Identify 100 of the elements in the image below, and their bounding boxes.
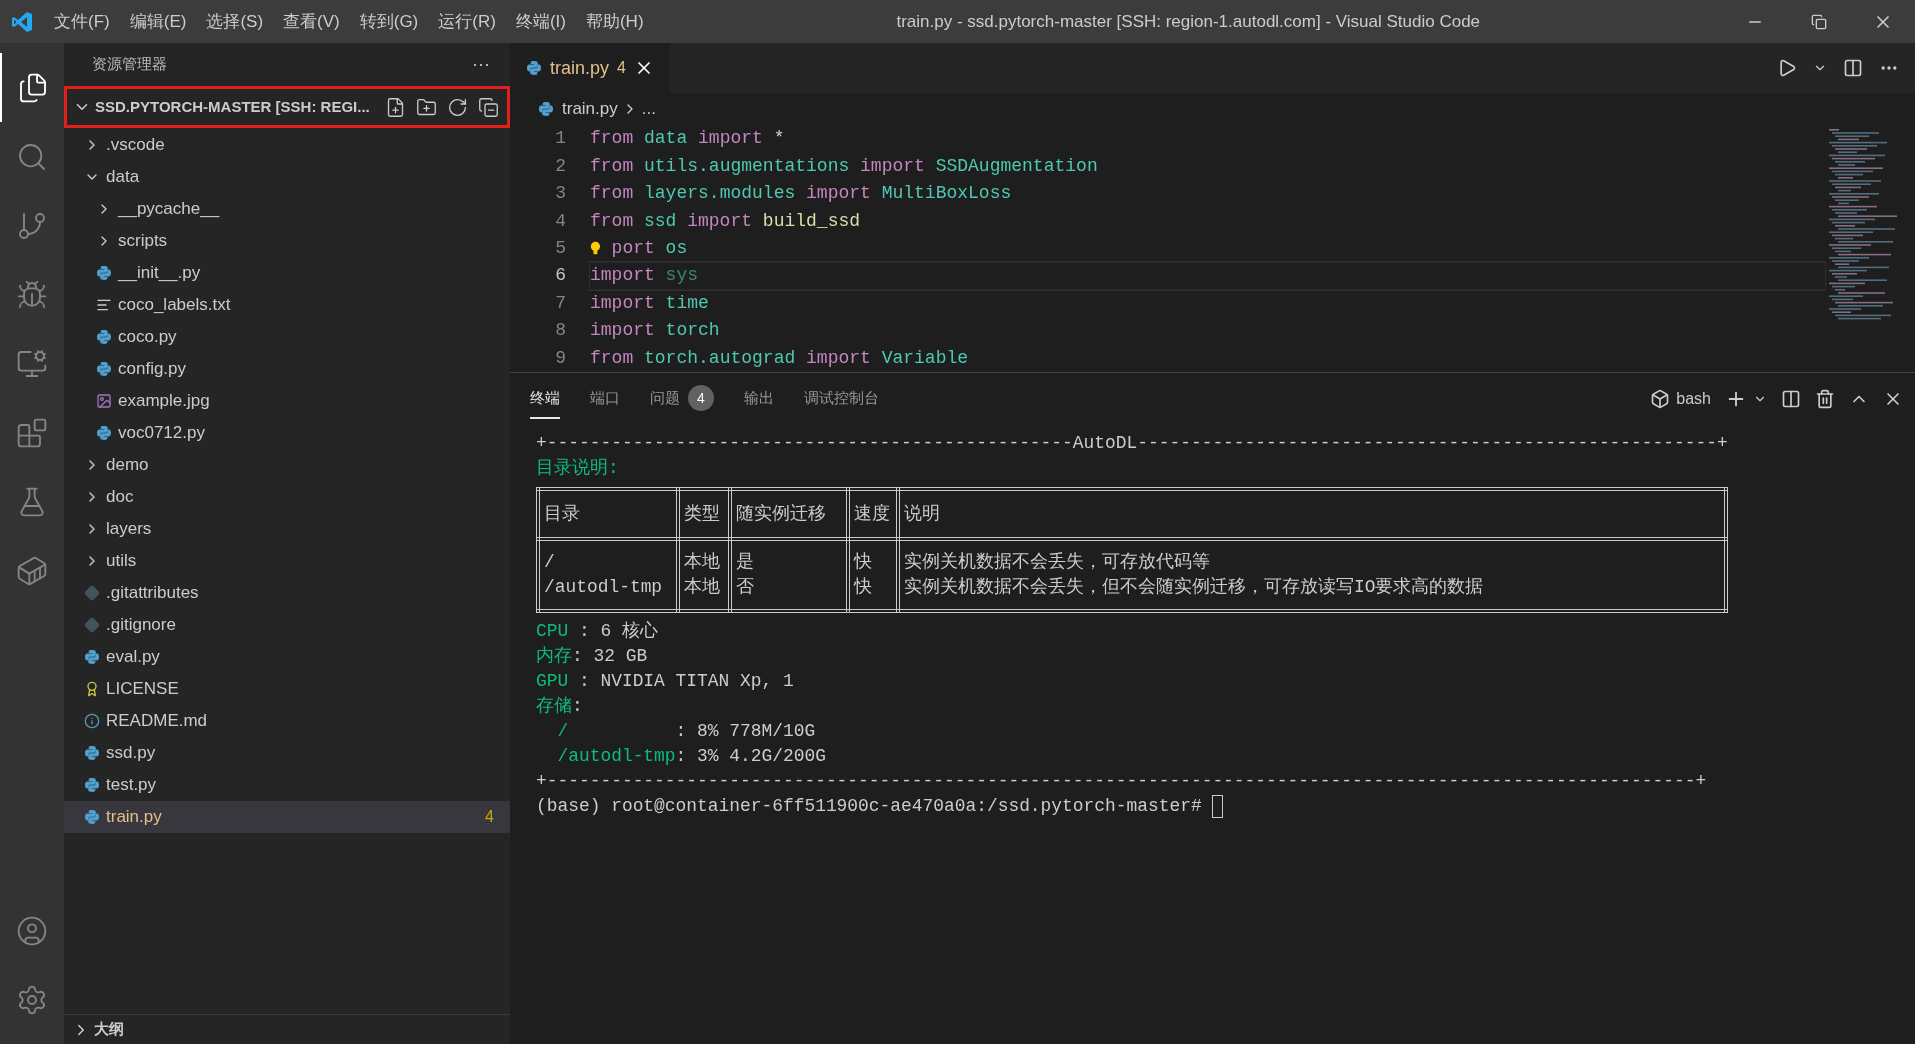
folder-row[interactable]: utils — [64, 545, 510, 577]
file-row[interactable]: train.py 4 — [64, 801, 510, 833]
container-icon[interactable] — [16, 554, 48, 587]
breadcrumb-item[interactable]: ... — [641, 96, 656, 122]
new-folder-icon[interactable] — [416, 96, 437, 118]
split-terminal-icon[interactable] — [1781, 389, 1801, 409]
image-icon — [96, 393, 112, 409]
outline-header[interactable]: 大纲 — [64, 1014, 510, 1044]
terminal-line: /autodl-tmp: 3% 4.2G/200G — [556, 745, 827, 768]
python-file-icon — [84, 745, 100, 761]
file-row[interactable]: eval.py — [64, 641, 510, 673]
panel-tab[interactable]: 调试控制台 — [804, 379, 879, 419]
run-icon[interactable] — [1777, 58, 1797, 78]
file-row[interactable]: ssd.py — [64, 737, 510, 769]
files-icon[interactable] — [17, 71, 49, 104]
explorer-title: 资源管理器 — [92, 54, 167, 75]
file-row[interactable]: config.py — [64, 353, 510, 385]
panel-tab[interactable]: 问题 4 — [650, 379, 714, 419]
python-file-icon — [526, 60, 542, 76]
file-row[interactable]: coco.py — [64, 321, 510, 353]
file-row[interactable]: voc0712.py — [64, 417, 510, 449]
breadcrumb-item[interactable]: train.py — [562, 96, 618, 122]
menu-item[interactable]: 转到(G) — [349, 8, 429, 35]
menu-item[interactable]: 选择(S) — [196, 8, 274, 35]
settings-icon[interactable] — [16, 983, 48, 1016]
new-file-icon[interactable] — [385, 96, 406, 118]
file-name: README.md — [106, 710, 208, 733]
menu-item[interactable]: 编辑(E) — [119, 8, 197, 35]
cursor — [1211, 795, 1223, 818]
table-header: 随实例迁移 — [730, 489, 848, 539]
file-row[interactable]: __init__.py — [64, 257, 510, 289]
file-row[interactable]: coco_labels.txt — [64, 289, 510, 321]
terminal-line: +-----------------------------------------------------------------------------------------------------------+ — [536, 770, 1708, 793]
python-file-icon — [96, 425, 112, 441]
panel-tab[interactable]: 输出 — [744, 379, 774, 419]
file-name: data — [106, 166, 140, 189]
code-line: port os — [590, 234, 1825, 263]
file-name: .vscode — [106, 134, 165, 157]
shell-name[interactable]: bash — [1676, 387, 1711, 411]
folder-row[interactable]: layers — [64, 513, 510, 545]
python-file-icon — [96, 361, 112, 377]
table-cell: 是 否 — [730, 539, 848, 611]
cube-icon — [1650, 389, 1671, 409]
file-name: eval.py — [106, 646, 160, 669]
file-name: test.py — [106, 774, 157, 797]
line-number: 3 — [554, 182, 566, 206]
file-name: .gitignore — [106, 614, 176, 637]
ribbon-icon — [84, 681, 100, 697]
diamond-icon — [84, 585, 100, 601]
folder-name: SSD.PYTORCH-MASTER [SSH: REGI... — [95, 96, 370, 117]
trash-icon[interactable] — [1815, 389, 1835, 409]
code-line: from data import * — [590, 127, 786, 151]
file-row[interactable]: LICENSE — [64, 673, 510, 705]
problem-count: 4 — [617, 58, 626, 78]
folder-row[interactable]: data — [64, 161, 510, 193]
file-row[interactable]: .gitignore — [64, 609, 510, 641]
terminal-line: / : 8% 778M/10G — [556, 720, 817, 743]
file-name: voc0712.py — [118, 422, 205, 445]
file-row[interactable]: test.py — [64, 769, 510, 801]
file-name: __pycache__ — [118, 198, 220, 221]
folder-row[interactable]: .vscode — [64, 129, 510, 161]
problem-count: 4 — [485, 807, 494, 827]
panel-tab[interactable]: 终端 — [530, 379, 560, 419]
more-actions[interactable]: ··· — [472, 51, 490, 78]
file-name: train.py — [106, 806, 162, 829]
line-number: 2 — [554, 154, 566, 178]
collapse-all-icon[interactable] — [478, 96, 499, 118]
folder-row[interactable]: doc — [64, 481, 510, 513]
editor-tab[interactable]: train.py 4 — [510, 43, 670, 93]
file-row[interactable]: example.jpg — [64, 385, 510, 417]
table-header: 目录 — [538, 489, 678, 539]
file-name: demo — [106, 454, 149, 477]
menu-item[interactable]: 运行(R) — [428, 8, 506, 35]
file-name: example.jpg — [118, 390, 210, 413]
line-number: 9 — [554, 346, 566, 370]
menu-item[interactable]: 帮助(H) — [575, 8, 654, 35]
line-number: 1 — [554, 127, 566, 151]
restore-icon[interactable] — [1811, 13, 1827, 30]
python-file-icon — [84, 809, 100, 825]
menu-item[interactable]: 终端(I) — [505, 8, 576, 35]
python-file-icon — [96, 265, 112, 281]
account-icon[interactable] — [16, 914, 48, 947]
monitor-icon[interactable] — [16, 347, 48, 380]
code-line: from ssd import build_ssd — [590, 209, 862, 233]
folder-row[interactable]: demo — [64, 449, 510, 481]
refresh-icon[interactable] — [447, 96, 468, 118]
menu-item[interactable]: 文件(F) — [44, 8, 120, 35]
split-editor-icon[interactable] — [1843, 58, 1863, 78]
folder-header[interactable]: SSD.PYTORCH-MASTER [SSH: REGI... — [64, 86, 510, 128]
blocks-icon[interactable] — [16, 416, 48, 449]
line-number: 8 — [554, 319, 566, 343]
menu-item[interactable]: 查看(V) — [273, 8, 350, 35]
terminal-line: 存储: — [536, 695, 584, 718]
file-row[interactable]: .gitattributes — [64, 577, 510, 609]
panel-tab[interactable]: 端口 — [590, 379, 620, 419]
folder-row[interactable]: __pycache__ — [64, 193, 510, 225]
file-row[interactable]: README.md — [64, 705, 510, 737]
folder-row[interactable]: scripts — [64, 225, 510, 257]
python-file-icon — [96, 329, 112, 345]
text-lines-icon — [96, 297, 112, 313]
